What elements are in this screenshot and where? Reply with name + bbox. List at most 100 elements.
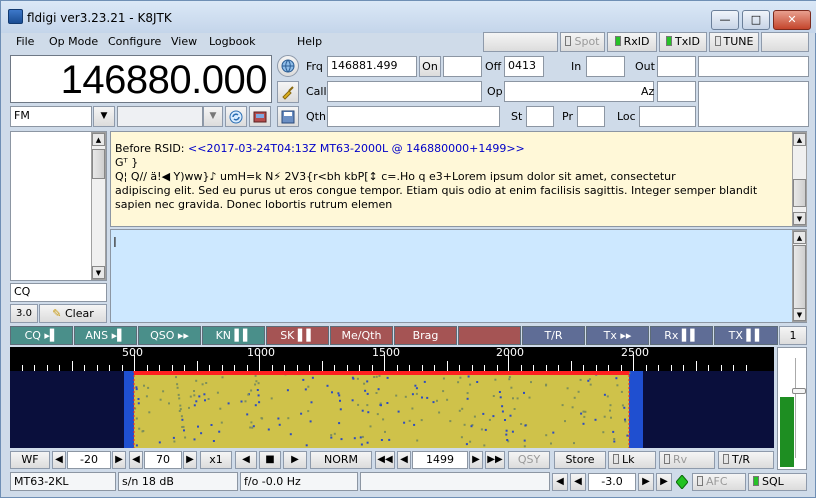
menu-configure[interactable]: Configure (108, 35, 161, 51)
stop-button[interactable]: ■ (259, 451, 281, 469)
macro-button-8[interactable] (458, 326, 521, 345)
store-button[interactable]: Store (554, 451, 606, 469)
extra-field-1[interactable] (698, 56, 809, 77)
frequency-display[interactable]: 146880.000 (10, 55, 272, 103)
maximize-button[interactable]: □ (742, 10, 770, 30)
rig-icon[interactable] (249, 106, 271, 127)
sql-inc-button[interactable]: ▶ (638, 473, 654, 491)
ref-dec-button[interactable]: ◀ (52, 451, 66, 469)
tr-toggle[interactable]: T/R (718, 451, 774, 469)
menu-logbook[interactable]: Logbook (209, 35, 255, 51)
menu-view[interactable]: View (171, 35, 197, 51)
freq-dec-button[interactable]: ◀ (397, 451, 411, 469)
out-field[interactable] (657, 56, 696, 77)
txid-toggle[interactable]: TxID (659, 32, 707, 52)
in-field[interactable] (586, 56, 625, 77)
lock-toggle[interactable]: Lk (608, 451, 656, 469)
clear-button[interactable]: ✎ Clear (39, 304, 107, 323)
ref-level-field[interactable]: -20 (67, 451, 111, 469)
status-mode[interactable]: MT63-2KL (10, 472, 116, 491)
on-field[interactable] (443, 56, 482, 77)
ref-inc-button[interactable]: ▶ (112, 451, 126, 469)
tune-toggle[interactable]: TUNE (709, 32, 759, 52)
macro-button-4[interactable]: KN ▌▌ (202, 326, 265, 345)
menu-help[interactable]: Help (297, 35, 322, 51)
rewind-button[interactable]: ◀ (235, 451, 257, 469)
zoom-button[interactable]: x1 (200, 451, 232, 469)
globe-icon[interactable] (277, 55, 299, 77)
squelch-track[interactable] (795, 358, 804, 458)
span-inc-button[interactable]: ▶ (183, 451, 197, 469)
macro-button-9[interactable]: T/R (522, 326, 585, 345)
tx-scrollbar[interactable]: ▲ ▼ (792, 230, 807, 322)
st-field[interactable] (526, 106, 554, 127)
fast-forward-button[interactable]: ▶▶ (485, 451, 505, 469)
scroll-thumb[interactable] (793, 245, 806, 309)
macro-button-11[interactable]: Rx ▌▌ (650, 326, 713, 345)
menu-op-mode[interactable]: Op Mode (49, 35, 98, 51)
rx-text-pane[interactable]: Before RSID: <<2017-03-24T04:13Z MT63-20… (110, 131, 807, 227)
freq-inc-button[interactable]: ▶ (469, 451, 483, 469)
bandwidth-select[interactable] (117, 106, 203, 127)
macro-set-button[interactable]: 1 (779, 326, 807, 345)
sql-dec-button[interactable]: ◀ (570, 473, 586, 491)
off-field[interactable]: 0413 (504, 56, 544, 77)
minimize-button[interactable]: — (711, 10, 739, 30)
scroll-thumb[interactable] (92, 149, 105, 179)
on-button[interactable]: On (419, 56, 441, 77)
rsid-link[interactable]: <<2017-03-24T04:13Z MT63-2000L @ 1468800… (188, 142, 525, 155)
sql-dec-fast-button[interactable]: ◀ (552, 473, 568, 491)
qth-field[interactable] (327, 106, 500, 127)
scroll-thumb[interactable] (793, 179, 806, 207)
squelch-slider[interactable] (792, 388, 806, 394)
spot-toggle[interactable]: Spot (560, 32, 605, 52)
macro-button-2[interactable]: ANS ▸▌ (74, 326, 137, 345)
macro-button-7[interactable]: Brag (394, 326, 457, 345)
op-field[interactable] (504, 81, 654, 102)
close-button[interactable]: ✕ (773, 10, 811, 30)
sql-toggle[interactable]: SQL (748, 473, 807, 491)
rxid-toggle[interactable]: RxID (607, 32, 657, 52)
macro-button-5[interactable]: SK ▌▌ (266, 326, 329, 345)
scroll-down-arrow[interactable]: ▼ (793, 308, 806, 321)
mode-select[interactable]: FM (10, 106, 92, 127)
macro-button-10[interactable]: Tx ▸▸ (586, 326, 649, 345)
rx-scrollbar[interactable]: ▲ ▼ (792, 132, 807, 226)
tx-text-pane[interactable]: I (110, 229, 807, 323)
save-log-icon[interactable] (277, 106, 299, 127)
cursor-freq-field[interactable]: 1499 (412, 451, 468, 469)
bandwidth-dropdown-arrow[interactable]: ▼ (203, 106, 223, 127)
macro-button-12[interactable]: TX ▌▌ (714, 326, 778, 345)
scroll-up-arrow[interactable]: ▲ (793, 133, 806, 146)
refresh-icon[interactable] (225, 106, 247, 127)
sql-inc-fast-button[interactable]: ▶ (656, 473, 672, 491)
pr-field[interactable] (577, 106, 605, 127)
qsy-button[interactable]: QSY (508, 451, 550, 469)
callsign-input[interactable]: CQ (10, 283, 107, 302)
scroll-down-arrow[interactable]: ▼ (793, 212, 806, 225)
call-field[interactable] (327, 81, 482, 102)
notes-field[interactable] (698, 81, 809, 127)
macro-button-3[interactable]: QSO ▸▸ (138, 326, 201, 345)
squelch-field[interactable]: -3.0 (588, 473, 636, 491)
call-list-scrollbar[interactable]: ▲ ▼ (91, 132, 106, 280)
mode-dropdown-arrow[interactable]: ▼ (93, 106, 115, 127)
broom-icon[interactable] (277, 81, 299, 103)
frq-field[interactable]: 146881.499 (327, 56, 417, 77)
az-field[interactable] (657, 81, 696, 102)
fast-back-button[interactable]: ◀◀ (375, 451, 395, 469)
ampl-span-field[interactable]: 70 (144, 451, 182, 469)
scroll-up-arrow[interactable]: ▲ (92, 133, 105, 146)
afc-toggle[interactable]: AFC (692, 473, 746, 491)
play-button[interactable]: ▶ (283, 451, 307, 469)
norm-button[interactable]: NORM (310, 451, 372, 469)
span-dec-button[interactable]: ◀ (129, 451, 143, 469)
wf-button[interactable]: WF (10, 451, 50, 469)
menu-file[interactable]: File (16, 35, 34, 51)
macro-button-1[interactable]: CQ ▸▌ (10, 326, 73, 345)
loc-field[interactable] (639, 106, 696, 127)
scroll-up-arrow[interactable]: ▲ (793, 231, 806, 244)
scroll-down-arrow[interactable]: ▼ (92, 266, 105, 279)
reverse-toggle[interactable]: Rv (659, 451, 715, 469)
macro-button-6[interactable]: Me/Qth (330, 326, 393, 345)
